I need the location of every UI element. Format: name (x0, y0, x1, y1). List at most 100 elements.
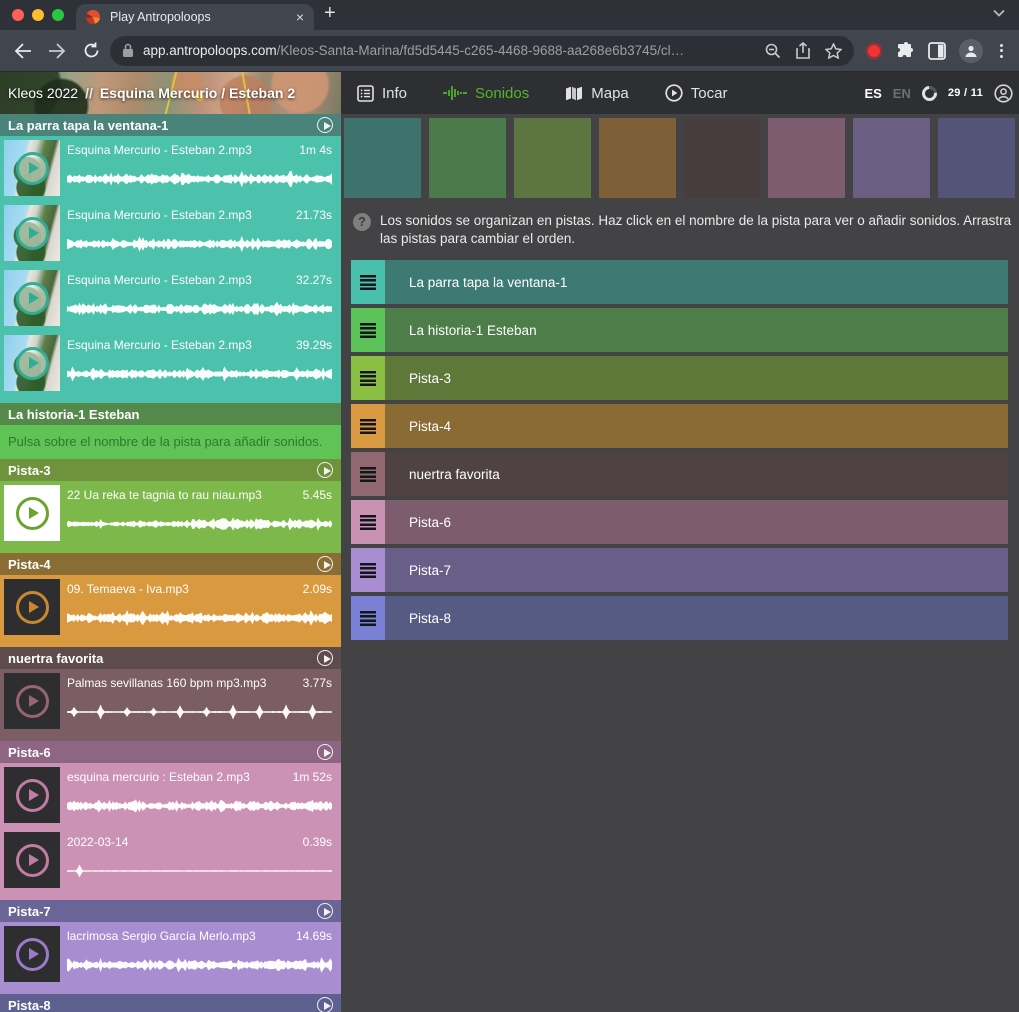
share-icon[interactable] (796, 42, 810, 59)
reload-button[interactable] (78, 38, 104, 64)
forward-button[interactable] (44, 38, 70, 64)
clip-waveform[interactable] (67, 165, 332, 193)
clip-play-icon[interactable] (16, 591, 49, 624)
zoom-window-button[interactable] (52, 9, 64, 21)
recording-extension-icon[interactable] (868, 45, 880, 57)
new-tab-button[interactable]: + (324, 2, 336, 25)
clip-play-icon[interactable] (16, 685, 49, 718)
track-drag-handle[interactable] (351, 596, 385, 640)
track-row[interactable]: Pista-4 (351, 404, 1008, 448)
clip-play-icon[interactable] (16, 347, 49, 380)
section-play-button[interactable] (317, 744, 333, 760)
section-play-button[interactable] (317, 117, 333, 133)
clip-play-icon[interactable] (16, 779, 49, 812)
track-drag-handle[interactable] (351, 356, 385, 400)
section-play-button[interactable] (317, 997, 333, 1012)
clip-thumbnail[interactable] (4, 485, 60, 541)
track-name-area[interactable]: La historia-1 Esteban (385, 308, 1008, 352)
minimize-window-button[interactable] (32, 9, 44, 21)
clip-waveform[interactable] (67, 360, 332, 388)
track-row[interactable]: La historia-1 Esteban (351, 308, 1008, 352)
lock-icon (122, 43, 134, 58)
nav-item-info[interactable]: Info (357, 85, 407, 102)
clip-waveform[interactable] (67, 857, 332, 885)
track-name-area[interactable]: Pista-4 (385, 404, 1008, 448)
breadcrumb-project[interactable]: Kleos 2022 (8, 85, 78, 101)
section-header[interactable]: Pista-4 (0, 553, 341, 575)
clip-play-icon[interactable] (16, 497, 49, 530)
clip-thumbnail[interactable] (4, 832, 60, 888)
nav-item-sonidos[interactable]: Sonidos (443, 85, 529, 102)
tab-search-chevron-icon[interactable] (993, 9, 1005, 17)
clip-waveform[interactable] (67, 792, 332, 820)
track-row[interactable]: Pista-7 (351, 548, 1008, 592)
browser-profile-avatar[interactable] (959, 39, 983, 63)
track-drag-handle[interactable] (351, 260, 385, 304)
track-drag-handle[interactable] (351, 548, 385, 592)
clip-waveform[interactable] (67, 604, 332, 632)
clip-waveform[interactable] (67, 698, 332, 726)
audio-clip: lacrimosa Sergio García Merlo.mp314.69s (0, 922, 341, 987)
clip-thumbnail[interactable] (4, 673, 60, 729)
track-drag-handle[interactable] (351, 404, 385, 448)
track-drag-handle[interactable] (351, 452, 385, 496)
clip-thumbnail[interactable] (4, 579, 60, 635)
track-drag-handle[interactable] (351, 500, 385, 544)
section-play-button[interactable] (317, 903, 333, 919)
bookmark-star-icon[interactable] (825, 43, 842, 59)
address-bar[interactable]: app.antropoloops.com/Kleos-Santa-Marina/… (110, 36, 854, 66)
section-header[interactable]: nuertra favorita (0, 647, 341, 669)
clip-waveform[interactable] (67, 510, 332, 538)
nav-item-mapa[interactable]: Mapa (565, 85, 629, 102)
track-name-area[interactable]: Pista-8 (385, 596, 1008, 640)
clip-waveform[interactable] (67, 295, 332, 323)
clip-thumbnail[interactable] (4, 926, 60, 982)
clip-waveform[interactable] (67, 230, 332, 258)
clip-thumbnail[interactable] (4, 767, 60, 823)
track-row[interactable]: Pista-8 (351, 596, 1008, 640)
track-name-area[interactable]: La parra tapa la ventana-1 (385, 260, 1008, 304)
clip-waveform[interactable] (67, 951, 332, 979)
close-window-button[interactable] (12, 9, 24, 21)
account-icon[interactable] (994, 84, 1013, 103)
track-name-area[interactable]: Pista-7 (385, 548, 1008, 592)
track-row[interactable]: Pista-6 (351, 500, 1008, 544)
clip-thumbnail[interactable] (4, 205, 60, 261)
browser-menu-icon[interactable] (996, 44, 1007, 58)
clip-play-icon[interactable] (16, 844, 49, 877)
section-play-button[interactable] (317, 556, 333, 572)
track-name-area[interactable]: Pista-6 (385, 500, 1008, 544)
clip-thumbnail[interactable] (4, 335, 60, 391)
clip-play-icon[interactable] (16, 152, 49, 185)
section-play-button[interactable] (317, 650, 333, 666)
section-header[interactable]: La parra tapa la ventana-1 (0, 114, 341, 136)
lang-es-button[interactable]: ES (864, 86, 881, 101)
clip-play-icon[interactable] (16, 938, 49, 971)
nav-item-tocar[interactable]: Tocar (665, 84, 728, 102)
track-row[interactable]: Pista-3 (351, 356, 1008, 400)
track-row[interactable]: La parra tapa la ventana-1 (351, 260, 1008, 304)
section-header[interactable]: Pista-8 (0, 994, 341, 1012)
zoom-level-icon[interactable] (765, 43, 781, 59)
track-name-area[interactable]: Pista-3 (385, 356, 1008, 400)
extension-icons (866, 39, 1019, 63)
browser-tab[interactable]: Play Antropoloops × (76, 4, 314, 30)
section-header[interactable]: Pista-7 (0, 900, 341, 922)
tab-close-icon[interactable]: × (296, 10, 304, 24)
clip-play-icon[interactable] (16, 282, 49, 315)
track-drag-handle[interactable] (351, 308, 385, 352)
help-message: ? Los sonidos se organizan en pistas. Ha… (353, 212, 1015, 247)
section-header[interactable]: La historia-1 Esteban (0, 403, 341, 425)
track-row[interactable]: nuertra favorita (351, 452, 1008, 496)
lang-en-button[interactable]: EN (893, 86, 911, 101)
extensions-puzzle-icon[interactable] (895, 41, 915, 61)
section-play-button[interactable] (317, 462, 333, 478)
clip-play-icon[interactable] (16, 217, 49, 250)
clip-thumbnail[interactable] (4, 140, 60, 196)
section-header[interactable]: Pista-3 (0, 459, 341, 481)
side-panel-icon[interactable] (928, 42, 946, 60)
track-name-area[interactable]: nuertra favorita (385, 452, 1008, 496)
clip-thumbnail[interactable] (4, 270, 60, 326)
section-header[interactable]: Pista-6 (0, 741, 341, 763)
back-button[interactable] (10, 38, 36, 64)
